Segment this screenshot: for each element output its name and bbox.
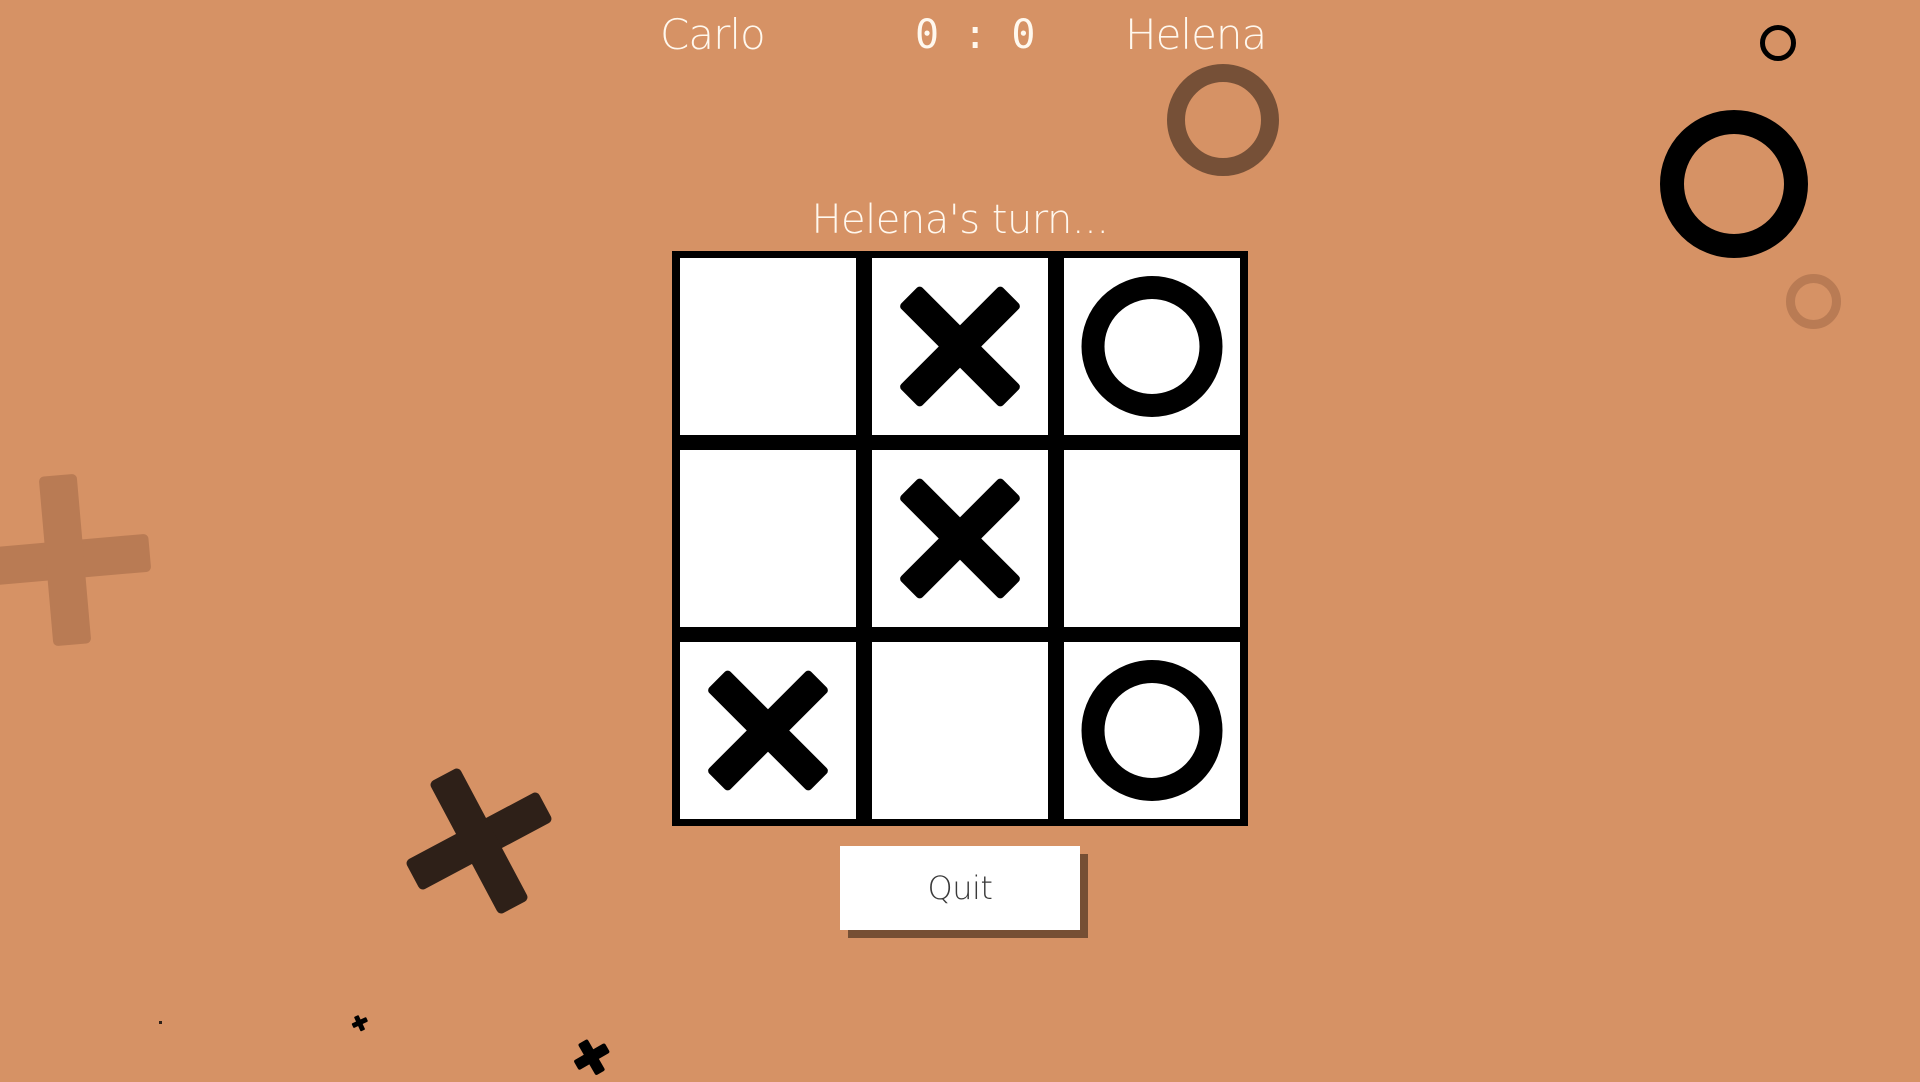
decorative-plus-faded bbox=[0, 468, 157, 652]
player1-name: Carlo bbox=[660, 10, 766, 59]
board-cell-3-2[interactable] bbox=[872, 642, 1048, 819]
o-mark-icon bbox=[1081, 660, 1223, 801]
score-display: 0 : 0 bbox=[915, 12, 1036, 58]
player2-name: Helena bbox=[1125, 10, 1267, 59]
decorative-cross-dark bbox=[378, 740, 581, 943]
decorative-ring-brown bbox=[1167, 64, 1279, 176]
board-cell-1-2[interactable] bbox=[872, 258, 1048, 435]
turn-indicator: Helena's turn... bbox=[811, 197, 1109, 243]
quit-button[interactable]: Quit bbox=[840, 846, 1080, 930]
x-mark-icon bbox=[900, 478, 1020, 599]
board-cell-2-2[interactable] bbox=[872, 450, 1048, 627]
x-mark-icon bbox=[900, 286, 1020, 407]
board-cell-1-1[interactable] bbox=[680, 258, 856, 435]
decorative-cross-small bbox=[349, 1012, 370, 1033]
board-cell-1-3[interactable] bbox=[1064, 258, 1240, 435]
decorative-cross-tiny bbox=[159, 1021, 162, 1024]
decorative-ring-small-black bbox=[1760, 25, 1796, 61]
game-board bbox=[672, 251, 1248, 826]
board-cell-2-1[interactable] bbox=[680, 450, 856, 627]
decorative-ring-faded bbox=[1786, 274, 1841, 329]
board-cell-2-3[interactable] bbox=[1064, 450, 1240, 627]
board-cell-3-3[interactable] bbox=[1064, 642, 1240, 819]
board-cell-3-1[interactable] bbox=[680, 642, 856, 819]
decorative-cross-medium bbox=[567, 1032, 616, 1081]
o-mark-icon bbox=[1081, 276, 1223, 417]
x-mark-icon bbox=[708, 670, 828, 791]
